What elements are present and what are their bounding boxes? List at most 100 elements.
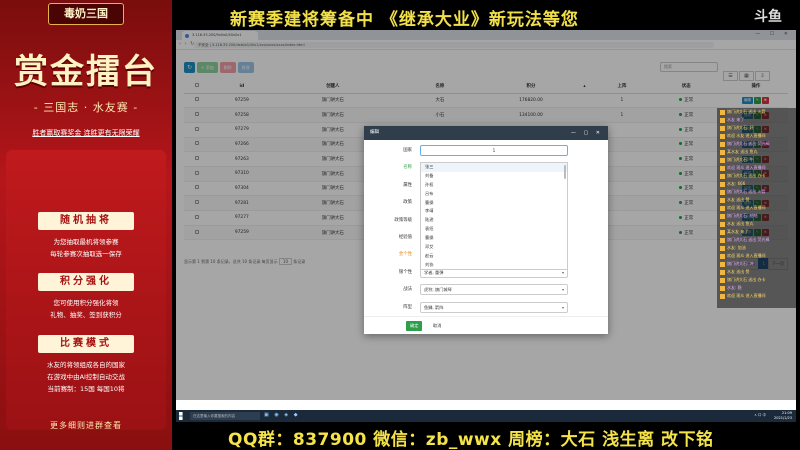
- promo-section: 积分强化 您可使用积分强化将领 礼物、抽奖、签到获积分: [0, 273, 172, 321]
- field-label: 银个性: [398, 269, 412, 275]
- chat-text: 水友 送出 赞: [727, 197, 750, 202]
- fan-badge-icon: [720, 293, 725, 299]
- chat-line: 水友: 666: [717, 180, 796, 188]
- dropdown-scrollbar[interactable]: [564, 165, 566, 179]
- promo-subtitle: - 三国志 · 水友赛 -: [33, 101, 139, 114]
- chat-text: 旗门讲大石: 哈哈: [727, 213, 758, 218]
- chat-line: 欢迎 观众 进入直播间: [717, 164, 796, 172]
- fan-badge-icon: [720, 221, 725, 227]
- chat-text: 水友: 666: [727, 181, 746, 186]
- windows-start-icon[interactable]: [179, 412, 183, 420]
- country-dropdown-list: 张三 刘备 孙权 吕布 曹操 李靖 陆逊 袁绍 曹操 邓艾 赵云 刘协: [420, 162, 568, 270]
- field-label: 属性: [403, 182, 412, 188]
- promo-line: 在游戏中由AI控制自动交战: [47, 373, 125, 381]
- form-row: 战法 虎狩, 旗门城琴 ▾: [364, 283, 608, 297]
- top-banner: 新赛季建将筹备中 《继承大业》新玩法等您 斗鱼: [172, 0, 800, 30]
- promo-panel: 毒奶三国 赏金擂台 - 三国志 · 水友赛 - 胜者赢取赛奖金 连胜更有无限荣耀…: [0, 0, 172, 450]
- chat-line: 旗门讲大石 送出 办卡: [717, 172, 796, 180]
- chat-line: 旗门讲大石 送出 火箭: [717, 188, 796, 196]
- fan-badge-icon: [720, 165, 725, 171]
- chat-text: 水友 送出 鱼丸: [727, 221, 754, 226]
- chat-text: 水友: 加油: [727, 245, 746, 250]
- promo-slogan: 胜者赢取赛奖金 连胜更有无限荣耀: [32, 129, 140, 137]
- chat-line: 水友: 稳: [717, 284, 796, 292]
- chat-line: 旗门讲大石: 牛: [717, 156, 796, 164]
- chevron-down-icon: ▾: [561, 304, 564, 310]
- fan-badge-icon: [720, 149, 725, 155]
- dropdown-option[interactable]: 吕布: [421, 190, 567, 199]
- promo-footer: 更多细则进群查看: [50, 421, 122, 430]
- chat-text: 欢迎 观众 进入直播间: [727, 165, 766, 170]
- dropdown-option[interactable]: 刘协: [421, 261, 567, 269]
- douyu-logo: 斗鱼: [754, 9, 782, 25]
- field-select[interactable]: 虎狩, 旗门城琴 ▾: [420, 284, 568, 296]
- promo-line: 为您抽取最机将领参赛: [53, 238, 119, 246]
- fan-badge-icon: [720, 117, 725, 123]
- screen: 毒奶三国 赏金擂台 - 三国志 · 水友赛 - 胜者赢取赛奖金 连胜更有无限荣耀…: [0, 0, 800, 450]
- field-label: 战法: [403, 287, 412, 293]
- taskbar: 在这里输入你要搜索的内容 ▣ ◉ ◈ ◆ ∧ 口 中 21:09 2021/1/…: [176, 410, 796, 422]
- dropdown-option[interactable]: 刘备: [421, 172, 567, 181]
- dialog-window-controls[interactable]: — ▢ ✕: [571, 126, 603, 140]
- dropdown-option[interactable]: 李靖: [421, 207, 567, 216]
- fan-badge-icon: [720, 277, 725, 283]
- dropdown-option[interactable]: 赵云: [421, 252, 567, 261]
- fan-badge-icon: [720, 213, 725, 219]
- chat-text: 欢迎 水友 进入直播间: [727, 133, 766, 138]
- chat-text: 欢迎 观众 进入直播间: [727, 205, 766, 210]
- chat-text: 旗门讲大石 送出 火箭: [727, 109, 766, 114]
- edit-dialog: 编辑 — ▢ ✕ 国家 1 名称 属性 政策 政策等级 经验值 金个性 银个性 学者, 重弹 ▾ 战法…: [364, 126, 608, 334]
- chat-text: 旗门讲大石: 冲: [727, 261, 754, 266]
- chat-line: 旗门讲大石: 冲: [717, 260, 796, 268]
- chat-line: 水友 送出 鱼丸: [717, 220, 796, 228]
- promo-tag: 毒奶三国: [48, 3, 124, 25]
- danmaku-chat: 旗门讲大石 送出 火箭 水友 来了 旗门讲大石: 好欢迎 水友 进入直播间 旗门讲大石…: [717, 108, 796, 308]
- promo-section: 比赛模式 水友的将领组成各自的国家 在游戏中由AI控制自动交战 当前赛制：15国…: [0, 335, 172, 395]
- taskbar-apps-icon[interactable]: ▣ ◉ ◈ ◆: [264, 412, 300, 418]
- dropdown-option[interactable]: 曹操: [421, 199, 567, 208]
- dropdown-option[interactable]: 张三: [421, 163, 567, 172]
- field-select[interactable]: 鱼鳞, 箭阵 ▾: [420, 301, 568, 313]
- clock-date: 2021/1/23: [774, 416, 792, 420]
- fan-badge-icon: [720, 181, 725, 187]
- promo-line: 礼物、抽奖、签到获积分: [50, 311, 122, 319]
- chat-text: 旗门讲大石 送出 办卡: [727, 173, 766, 178]
- chat-line: 水友 送出 赞: [717, 196, 796, 204]
- chat-line: 欢迎 观众 进入直播间: [717, 292, 796, 300]
- chevron-down-icon: ▾: [561, 287, 564, 293]
- cancel-button[interactable]: 取消: [430, 321, 444, 331]
- field-label: 名称: [403, 165, 412, 171]
- fan-badge-icon: [720, 237, 725, 243]
- chat-line: 旗门讲大石: 好: [717, 124, 796, 132]
- fan-badge-icon: [720, 173, 725, 179]
- field-value: 学者, 重弹: [424, 269, 444, 275]
- fan-badge-icon: [720, 229, 725, 235]
- system-tray[interactable]: ∧ 口 中: [754, 413, 766, 418]
- chat-line: 某水友 送出 鱼丸: [717, 148, 796, 156]
- form-row: 阵型 鱼鳞, 箭阵 ▾: [364, 301, 608, 315]
- dropdown-option[interactable]: 曹操: [421, 234, 567, 243]
- confirm-button[interactable]: 确定: [406, 321, 423, 331]
- fan-badge-icon: [720, 125, 725, 131]
- dialog-title: 编辑: [370, 130, 379, 135]
- dropdown-option[interactable]: 袁绍: [421, 225, 567, 234]
- taskbar-search[interactable]: 在这里输入你要搜索的内容: [190, 412, 260, 420]
- chat-text: 欢迎 观众 进入直播间: [727, 293, 766, 298]
- dropdown-option[interactable]: 陆逊: [421, 216, 567, 225]
- chat-text: 旗门讲大石: 好: [727, 125, 754, 130]
- fan-badge-icon: [720, 285, 725, 291]
- bottom-banner: QQ群：837900 微信：zb_wwx 周榜：大石 浅生离 改下铭: [172, 422, 800, 450]
- chat-line: 水友 送出 赞: [717, 268, 796, 276]
- country-input[interactable]: 1: [420, 145, 568, 156]
- dropdown-option[interactable]: 孙权: [421, 181, 567, 190]
- dropdown-option[interactable]: 邓艾: [421, 243, 567, 252]
- fan-badge-icon: [720, 109, 725, 115]
- fan-badge-icon: [720, 245, 725, 251]
- promo-section-title: 比赛模式: [38, 335, 134, 353]
- fan-badge-icon: [720, 205, 725, 211]
- chat-text: 水友 来了: [727, 117, 745, 122]
- promo-line: 水友的将领组成各自的国家: [47, 361, 125, 369]
- chat-text: 某水友 送出 鱼丸: [727, 149, 758, 154]
- taskbar-clock: 21:09 2021/1/23: [774, 411, 792, 421]
- promo-section-text: 您可使用积分强化将领 礼物、抽奖、签到获积分: [0, 297, 172, 321]
